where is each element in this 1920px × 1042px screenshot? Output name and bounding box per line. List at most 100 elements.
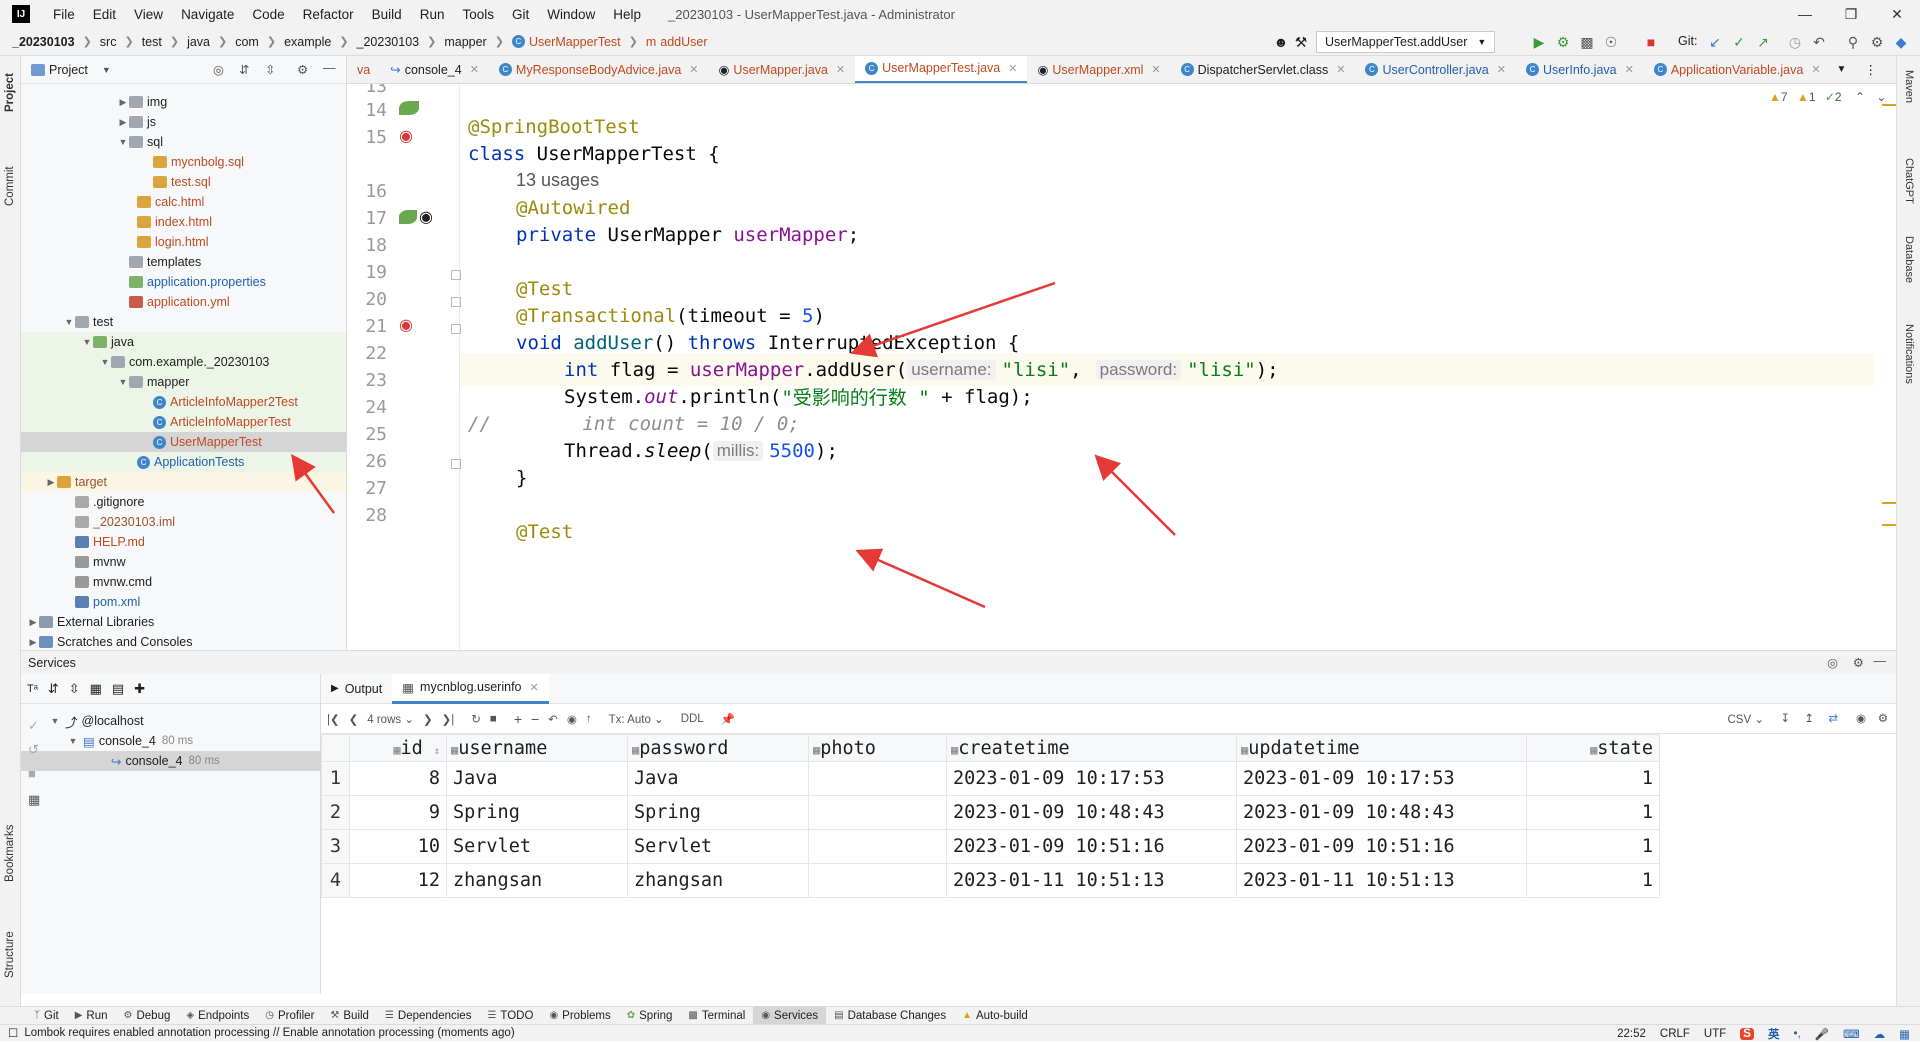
preview-icon[interactable]: ◉ <box>567 712 577 726</box>
cell-createtime[interactable]: 2023-01-09 10:48:43 <box>946 795 1237 830</box>
run-configuration-select[interactable]: UserMapperTest.addUser ▼ <box>1316 31 1496 53</box>
upload-icon[interactable]: ↥ <box>1804 711 1814 725</box>
service-item-console-4-session[interactable]: ↪ console_4 80 ms <box>21 751 321 771</box>
cell-updatetime[interactable]: 2023-01-09 10:51:16 <box>1236 829 1527 864</box>
chevron-down-icon[interactable]: ⌄ <box>1876 90 1886 104</box>
menu-view[interactable]: View <box>125 7 172 22</box>
target-icon[interactable]: ◎ <box>1827 655 1838 670</box>
cell-username[interactable]: Servlet <box>446 829 628 864</box>
cell-photo[interactable] <box>808 863 947 898</box>
mybatis-navigate-icon[interactable]: ◉ <box>419 207 433 227</box>
hammer-icon[interactable]: ⚒ <box>1290 31 1312 53</box>
tab-myresponsebodyadvice[interactable]: C MyResponseBodyAdvice.java ✕ <box>489 56 709 83</box>
chevron-up-icon[interactable]: ⌃ <box>1855 90 1865 104</box>
refresh-icon[interactable]: ↻ <box>471 712 481 726</box>
tool-run[interactable]: ▶ Run <box>67 1007 116 1025</box>
column-header-id[interactable]: ▦id ⇕ <box>349 734 447 762</box>
gear-icon[interactable]: ⚙ <box>1878 711 1888 725</box>
commit-icon[interactable]: ✓ <box>28 718 39 734</box>
rows-count-select[interactable]: 4 rows ⌄ <box>367 712 414 726</box>
close-tab-icon[interactable]: ✕ <box>470 63 479 76</box>
structure-tool-button[interactable]: Structure <box>4 931 16 978</box>
stop-icon[interactable]: ■ <box>28 766 36 781</box>
cell-state[interactable]: 1 <box>1526 829 1660 864</box>
tree-item-java[interactable]: ▼ java <box>21 332 346 352</box>
tree-item-calc-html[interactable]: calc.html <box>21 192 346 212</box>
rollback-icon[interactable]: ↶ <box>1808 31 1830 53</box>
cell-photo[interactable] <box>808 761 947 796</box>
cell-id[interactable]: 12 <box>349 863 447 898</box>
breadcrumb-project[interactable]: _20230103 <box>10 35 77 49</box>
run-test-icon[interactable]: ◉ <box>399 126 413 146</box>
column-header-photo[interactable]: ▦photo <box>808 734 947 762</box>
notifications-tool-button[interactable]: Notifications <box>1903 324 1915 384</box>
close-tab-icon[interactable]: ✕ <box>1336 63 1345 76</box>
tool-auto-build[interactable]: ▲ Auto-build <box>954 1007 1036 1025</box>
ime-menu-icon[interactable]: ▦ <box>1899 1027 1910 1041</box>
cell-username[interactable]: zhangsan <box>446 863 628 898</box>
spring-bean-icon[interactable] <box>399 101 419 115</box>
prev-page-icon[interactable]: ❮ <box>349 712 359 726</box>
file-encoding[interactable]: UTF <box>1704 1028 1726 1040</box>
export-format-select[interactable]: CSV ⌄ <box>1728 712 1765 726</box>
fold-icon[interactable] <box>451 270 461 280</box>
plugin-icon[interactable]: ◆ <box>1890 31 1912 53</box>
breadcrumb-class[interactable]: C UserMapperTest <box>510 35 623 49</box>
revert-icon[interactable]: ↶ <box>548 712 558 726</box>
cell-username[interactable]: Java <box>446 761 628 796</box>
breadcrumb-com[interactable]: com <box>233 35 261 49</box>
close-tab-icon[interactable]: ✕ <box>689 63 698 76</box>
cell-username[interactable]: Spring <box>446 795 628 830</box>
tree-item-application-yml[interactable]: application.yml <box>21 292 346 312</box>
tool-spring[interactable]: ✿ Spring <box>619 1007 681 1025</box>
maven-tool-button[interactable]: Maven <box>1903 70 1915 103</box>
ime-punctuation-icon[interactable]: •, <box>1793 1028 1800 1040</box>
breadcrumb-mapper[interactable]: mapper <box>442 35 488 49</box>
close-tab-icon[interactable]: ✕ <box>1151 63 1160 76</box>
expand-all-icon[interactable]: ⇵ <box>239 62 249 77</box>
last-page-icon[interactable]: ❯| <box>442 712 455 726</box>
tab-output[interactable]: ▶ Output <box>321 675 392 703</box>
tab-dispatcherservlet-class[interactable]: C DispatcherServlet.class ✕ <box>1171 56 1356 83</box>
tree-item-sql[interactable]: ▼ sql <box>21 132 346 152</box>
tree-item-scratches[interactable]: ▶ Scratches and Consoles <box>21 632 346 650</box>
tree-item-iml[interactable]: _20230103.iml <box>21 512 346 532</box>
tool-endpoints[interactable]: ◈ Endpoints <box>178 1007 257 1025</box>
menu-git[interactable]: Git <box>503 7 538 22</box>
close-tab-icon[interactable]: ✕ <box>1497 63 1506 76</box>
tab-usermappertest-java[interactable]: C UserMapperTest.java ✕ <box>855 56 1028 83</box>
tree-item-mycnbolg-sql[interactable]: mycnbolg.sql <box>21 152 346 172</box>
cell-state[interactable]: 1 <box>1526 795 1660 830</box>
maximize-icon[interactable]: ❐ <box>1828 0 1874 28</box>
menu-help[interactable]: Help <box>604 7 650 22</box>
fold-icon[interactable] <box>451 324 461 334</box>
cell-photo[interactable] <box>808 795 947 830</box>
tree-item-index-html[interactable]: index.html <box>21 212 346 232</box>
history-icon[interactable]: ◷ <box>1784 31 1806 53</box>
tree-item-help-md[interactable]: HELP.md <box>21 532 346 552</box>
tree-item-pom-xml[interactable]: pom.xml <box>21 592 346 612</box>
menu-file[interactable]: File <box>44 7 84 22</box>
caret-position[interactable]: 22:52 <box>1617 1028 1646 1040</box>
commit-tool-button[interactable]: Commit <box>4 166 16 206</box>
tree-item-application-properties[interactable]: application.properties <box>21 272 346 292</box>
tree-item-articleinfomapper2test[interactable]: C ArticleInfoMapper2Test <box>21 392 346 412</box>
service-item-localhost[interactable]: ▼ ⤴ @localhost <box>21 711 321 731</box>
chevron-down-icon[interactable]: ▼ <box>102 65 111 75</box>
debug-icon[interactable]: ⚙ <box>1552 31 1574 53</box>
cell-createtime[interactable]: 2023-01-09 10:17:53 <box>946 761 1237 796</box>
tab-partial[interactable]: va <box>347 56 380 83</box>
add-row-icon[interactable]: + <box>514 711 522 727</box>
cell-id[interactable]: 9 <box>349 795 447 830</box>
cell-state[interactable]: 1 <box>1526 761 1660 796</box>
cell-password[interactable]: zhangsan <box>627 863 809 898</box>
close-tab-icon[interactable]: ✕ <box>1008 62 1017 75</box>
tool-todo[interactable]: ☰ TODO <box>479 1007 541 1025</box>
column-header-updatetime[interactable]: ▦updatetime <box>1236 734 1527 762</box>
tree-item-test-sql[interactable]: test.sql <box>21 172 346 192</box>
breadcrumb-package[interactable]: _20230103 <box>355 35 422 49</box>
ime-language[interactable]: 英 <box>1768 1026 1780 1042</box>
bookmarks-tool-button[interactable]: Bookmarks <box>4 824 16 882</box>
tree-item-templates[interactable]: templates <box>21 252 346 272</box>
close-icon[interactable]: ✕ <box>1874 0 1920 28</box>
